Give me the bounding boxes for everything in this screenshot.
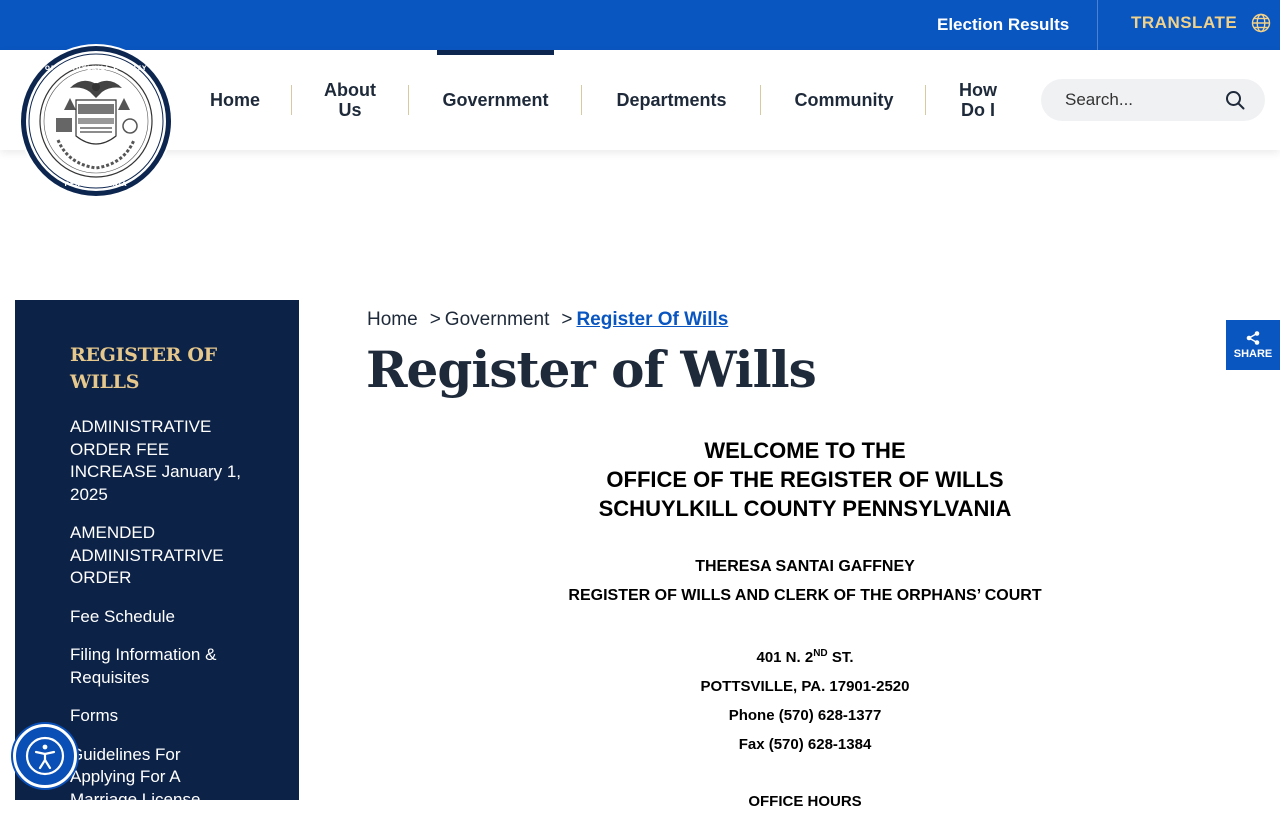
accessibility-icon	[25, 736, 65, 776]
nav-divider	[925, 85, 926, 115]
sidebar-item-filing-info[interactable]: Filing Information & Requisites	[70, 644, 245, 689]
translate-button[interactable]: TRANSLATE	[1131, 13, 1271, 33]
county-seal[interactable]: SEAL OF SCHUYLKILL COUNTY 1811 PENNSYLVA…	[18, 40, 174, 202]
sidebar-item-forms[interactable]: Forms	[70, 705, 245, 728]
breadcrumb-separator: >	[429, 309, 441, 330]
nav-departments[interactable]: Departments	[605, 50, 738, 150]
seal-text-bottom: PENNSYLVANIA	[65, 181, 128, 188]
nav-active-indicator	[437, 50, 554, 55]
utility-divider	[1097, 0, 1098, 50]
accessibility-button[interactable]	[13, 724, 77, 788]
sidebar-item-fee-increase[interactable]: ADMINISTRATIVE ORDER FEE INCREASE Januar…	[70, 416, 245, 506]
share-icon	[1246, 330, 1260, 345]
nav-about-us-label: About Us	[324, 80, 376, 120]
nav-home[interactable]: Home	[200, 50, 270, 150]
search-box	[1041, 79, 1265, 121]
official-title: REGISTER OF WILLS AND CLERK OF THE ORPHA…	[568, 587, 1042, 604]
sidebar-title[interactable]: REGISTER OF WILLS	[70, 342, 230, 396]
breadcrumb-government[interactable]: Government	[445, 309, 550, 331]
utility-bar: Election Results TRANSLATE	[0, 0, 1280, 50]
share-label: SHARE	[1233, 347, 1273, 360]
election-results-link[interactable]: Election Results	[937, 15, 1069, 35]
nav-community[interactable]: Community	[784, 50, 904, 150]
phone-number[interactable]: Phone (570) 628-1377	[505, 701, 1105, 730]
sidebar-item-fee-schedule[interactable]: Fee Schedule	[70, 606, 245, 629]
breadcrumb-separator: >	[561, 309, 573, 330]
nav-divider	[760, 85, 761, 115]
street-address-prefix: 401 N. 2	[756, 649, 814, 666]
nav-divider	[581, 85, 582, 115]
breadcrumb-current[interactable]: Register Of Wills	[576, 309, 728, 331]
breadcrumb-home[interactable]: Home	[367, 309, 418, 331]
city-address: POTTSVILLE, PA. 17901-2520	[700, 678, 910, 695]
nav-government[interactable]: Government	[437, 50, 554, 150]
sidebar-item-marriage-license[interactable]: Guidelines For Applying For A Marriage L…	[70, 744, 245, 812]
page-title: Register of Wills	[366, 340, 817, 399]
nav-divider	[408, 85, 409, 115]
welcome-line-1: WELCOME TO THE	[704, 438, 906, 463]
nav-how-do-i-label: How Do I	[959, 80, 997, 120]
office-hours-heading: OFFICE HOURS	[748, 793, 862, 810]
main-content: WELCOME TO THE OFFICE OF THE REGISTER OF…	[505, 436, 1105, 816]
section-sidebar: REGISTER OF WILLS ADMINISTRATIVE ORDER F…	[15, 300, 299, 809]
share-button[interactable]: SHARE	[1226, 320, 1280, 370]
welcome-line-3: SCHUYLKILL COUNTY PENNSYLVANIA	[598, 496, 1012, 521]
street-address-suffix: ST.	[827, 649, 854, 666]
nav-divider	[291, 85, 292, 115]
seal-text-top: SEAL OF SCHUYLKILL COUNTY 1811	[21, 65, 171, 72]
globe-icon	[1251, 13, 1271, 33]
fax-number: Fax (570) 628-1384	[738, 736, 872, 753]
street-address: 401 N. 2ND ST.	[505, 639, 1105, 672]
sidebar-item-amended-order[interactable]: AMENDED ADMINISTRATRIVE ORDER	[70, 522, 245, 590]
nav-about-us[interactable]: About Us	[312, 50, 388, 150]
nav-how-do-i[interactable]: How Do I	[945, 50, 1011, 150]
official-name: THERESA SANTAI GAFFNEY	[695, 558, 915, 575]
street-address-sup: ND	[813, 648, 828, 659]
search-input[interactable]	[1065, 90, 1215, 110]
translate-label: TRANSLATE	[1131, 13, 1238, 32]
search-icon[interactable]	[1225, 90, 1245, 110]
welcome-line-2: OFFICE OF THE REGISTER OF WILLS	[606, 467, 1004, 492]
breadcrumb: Home > Government > Register Of Wills	[367, 309, 728, 331]
